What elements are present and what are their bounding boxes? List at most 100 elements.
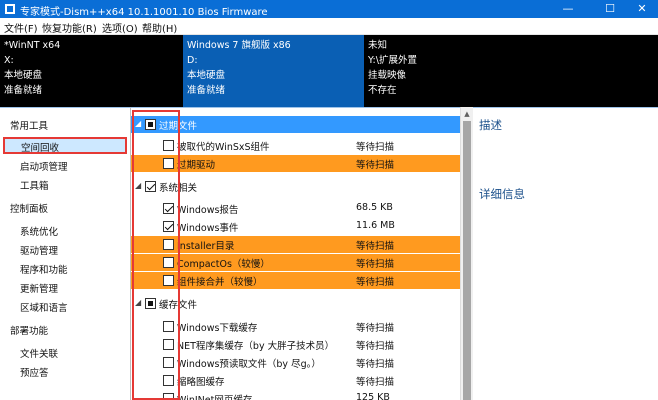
item-label: WinINet网页缓存 <box>177 392 252 400</box>
tree-item[interactable]: 组件接合并（较慢） 等待扫描 <box>131 272 461 289</box>
tree-group-expired-files[interactable]: ◢ 过期文件 <box>131 116 461 133</box>
image-panel-unknown[interactable]: 未知 Y:\扩展外置 挂载映像 不存在 <box>364 35 658 107</box>
item-checkbox[interactable] <box>163 339 174 350</box>
item-checkbox[interactable] <box>163 257 174 268</box>
item-value: 等待扫描 <box>356 241 395 252</box>
scroll-thumb[interactable] <box>463 121 471 400</box>
item-label: 过期驱动 <box>177 160 216 171</box>
item-value: 等待扫描 <box>356 259 395 270</box>
details-pane: 描述 详细信息 <box>473 107 658 400</box>
nav-item-space-cleanup[interactable]: 空间回收 <box>3 137 127 154</box>
image-panel-winnt[interactable]: *WinNT x64 X: 本地硬盘 准备就绪 <box>0 35 183 107</box>
image-panel-win7[interactable]: Windows 7 旗舰版 x86 D: 本地硬盘 准备就绪 <box>183 35 364 107</box>
nav-item-file-assoc[interactable]: 文件关联 <box>20 346 58 360</box>
nav-item-region[interactable]: 区域和语言 <box>20 300 68 314</box>
nav-item-system-opt[interactable]: 系统优化 <box>20 224 58 238</box>
image-name: 未知 <box>368 40 388 51</box>
nav-group-deploy[interactable]: 部署功能 <box>10 323 48 337</box>
nav-item-programs[interactable]: 程序和功能 <box>20 262 68 276</box>
menu-bar: 文件(F) 恢复功能(R) 选项(O) 帮助(H) <box>0 18 658 35</box>
nav-item-updates[interactable]: 更新管理 <box>20 281 58 295</box>
item-label: Windows下载缓存 <box>177 323 258 334</box>
description-heading: 描述 <box>479 118 502 132</box>
nav-group-control-panel[interactable]: 控制面板 <box>10 201 48 215</box>
item-value: 68.5 KB <box>356 202 393 213</box>
item-checkbox[interactable] <box>163 321 174 332</box>
close-button[interactable]: ✕ <box>624 0 658 18</box>
group-label: 缓存文件 <box>159 300 198 311</box>
details-heading: 详细信息 <box>479 187 525 201</box>
item-label: Windows预读取文件（by 尽g。） <box>177 359 321 370</box>
item-checkbox[interactable] <box>163 140 174 151</box>
item-checkbox[interactable] <box>163 203 174 214</box>
image-drive: D: <box>187 55 198 66</box>
nav-item-label: 空间回收 <box>21 143 60 154</box>
group-label: 系统相关 <box>159 183 198 194</box>
item-value: 125 KB <box>356 392 390 400</box>
minimize-button[interactable]: — <box>550 0 586 18</box>
item-value: 等待扫描 <box>356 160 395 171</box>
nav-group-common-tools[interactable]: 常用工具 <box>10 118 48 132</box>
group-checkbox[interactable] <box>145 119 156 130</box>
image-type: 挂载映像 <box>368 70 407 81</box>
tree-item[interactable]: Windows预读取文件（by 尽g。） 等待扫描 <box>131 354 461 371</box>
item-label: 缩略图缓存 <box>177 377 225 388</box>
item-label: Windows事件 <box>177 223 239 234</box>
menu-options[interactable]: 选项(O) <box>102 20 138 35</box>
collapse-icon[interactable]: ◢ <box>135 181 141 190</box>
tree-item[interactable]: Windows下载缓存 等待扫描 <box>131 318 461 335</box>
item-value: 11.6 MB <box>356 220 395 231</box>
nav-item-startup[interactable]: 启动项管理 <box>20 159 68 173</box>
image-name: *WinNT x64 <box>4 40 61 51</box>
collapse-icon[interactable]: ◢ <box>135 298 141 307</box>
item-checkbox[interactable] <box>163 357 174 368</box>
item-checkbox[interactable] <box>163 158 174 169</box>
collapse-icon[interactable]: ◢ <box>135 119 141 128</box>
item-value: 等待扫描 <box>356 359 395 370</box>
nav-item-toolbox[interactable]: 工具箱 <box>20 178 49 192</box>
tree-item[interactable]: Windows事件 11.6 MB <box>131 218 461 235</box>
cleanup-tree: ◢ 过期文件 被取代的WinSxS组件 等待扫描 过期驱动 等待扫描 ◢ 系统相… <box>130 107 461 400</box>
tree-item[interactable]: Installer目录 等待扫描 <box>131 236 461 253</box>
nav-item-preinstall[interactable]: 预应答 <box>20 365 49 379</box>
item-checkbox[interactable] <box>163 375 174 386</box>
tree-item[interactable]: 过期驱动 等待扫描 <box>131 155 461 172</box>
image-drive: Y:\扩展外置 <box>368 55 417 66</box>
tree-group-system[interactable]: ◢ 系统相关 <box>131 178 461 195</box>
tree-group-cache[interactable]: ◢ 缓存文件 <box>131 295 461 312</box>
nav-item-drivers[interactable]: 驱动管理 <box>20 243 58 257</box>
item-label: Windows报告 <box>177 205 239 216</box>
title-bar: 专家模式-Dism++x64 10.1.1001.10 Bios Firmwar… <box>0 0 658 18</box>
item-checkbox[interactable] <box>163 275 174 286</box>
tree-item[interactable]: WinINet网页缓存 125 KB <box>131 390 461 400</box>
image-status: 不存在 <box>368 85 397 96</box>
item-value: 等待扫描 <box>356 277 395 288</box>
maximize-button[interactable]: ☐ <box>592 0 628 18</box>
tree-item[interactable]: 缩略图缓存 等待扫描 <box>131 372 461 389</box>
item-value: 等待扫描 <box>356 323 395 334</box>
item-label: CompactOs（较慢） <box>177 259 270 270</box>
item-label: 被取代的WinSxS组件 <box>177 142 270 153</box>
item-label: 组件接合并（较慢） <box>177 277 263 288</box>
tree-item[interactable]: CompactOs（较慢） 等待扫描 <box>131 254 461 271</box>
left-nav: 常用工具 空间回收 启动项管理 工具箱 控制面板 系统优化 驱动管理 程序和功能… <box>0 107 130 400</box>
tree-scrollbar[interactable]: ▲ <box>460 107 473 400</box>
group-label: 过期文件 <box>159 121 198 132</box>
menu-file[interactable]: 文件(F) <box>4 20 38 35</box>
menu-restore[interactable]: 恢复功能(R) <box>42 20 97 35</box>
item-checkbox[interactable] <box>163 393 174 400</box>
image-type: 本地硬盘 <box>187 70 226 81</box>
item-checkbox[interactable] <box>163 239 174 250</box>
item-value: 等待扫描 <box>356 377 395 388</box>
tree-item[interactable]: Windows报告 68.5 KB <box>131 200 461 217</box>
tree-item[interactable]: NET程序集缓存（by 大胖子技术员） 等待扫描 <box>131 336 461 353</box>
group-checkbox[interactable] <box>145 298 156 309</box>
item-value: 等待扫描 <box>356 341 395 352</box>
image-drive: X: <box>4 55 14 66</box>
tree-item[interactable]: 被取代的WinSxS组件 等待扫描 <box>131 137 461 154</box>
menu-help[interactable]: 帮助(H) <box>142 20 177 35</box>
item-checkbox[interactable] <box>163 221 174 232</box>
scroll-up-icon[interactable]: ▲ <box>461 108 473 120</box>
image-type: 本地硬盘 <box>4 70 43 81</box>
group-checkbox[interactable] <box>145 181 156 192</box>
